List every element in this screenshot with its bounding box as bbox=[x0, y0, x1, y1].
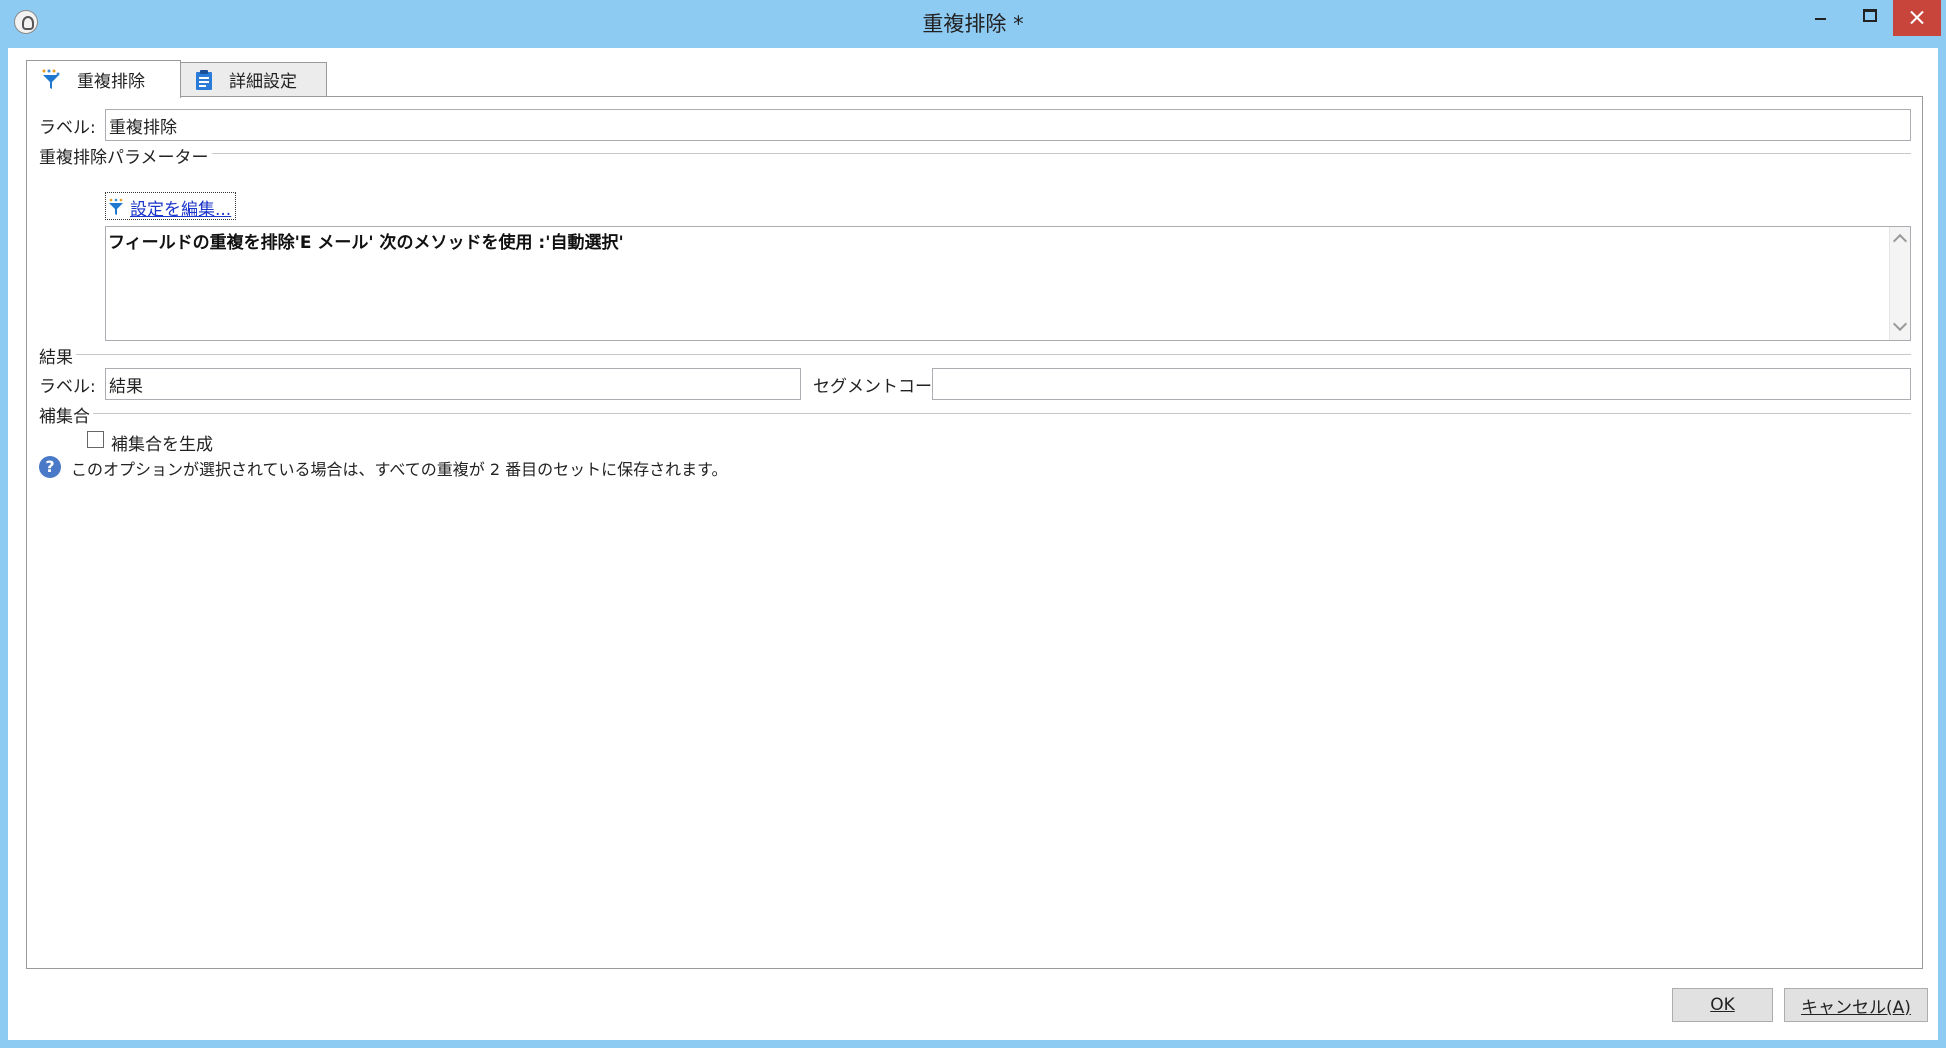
label-caption: ラベル: bbox=[39, 118, 96, 138]
dialog-client-area: 重複排除 詳細設定 ラベル: 重複排除 重複排除パラメーター 設定を編集... … bbox=[8, 48, 1938, 1040]
tab-advanced-settings[interactable]: 詳細設定 bbox=[181, 62, 327, 96]
close-button[interactable] bbox=[1893, 0, 1941, 36]
scroll-up-icon[interactable] bbox=[1892, 233, 1908, 249]
generate-complement-checkbox[interactable] bbox=[87, 431, 104, 448]
minimize-button[interactable] bbox=[1796, 0, 1846, 36]
dedup-funnel-icon bbox=[41, 69, 61, 91]
result-label-caption: ラベル: bbox=[39, 377, 96, 397]
tab-advanced-settings-label: 詳細設定 bbox=[229, 72, 297, 92]
tab-dedup[interactable]: 重複排除 bbox=[26, 60, 181, 98]
complement-section-title: 補集合 bbox=[39, 402, 93, 427]
section-divider bbox=[39, 413, 1911, 414]
maximize-button[interactable] bbox=[1846, 0, 1894, 36]
dedup-params-section-title: 重複排除パラメーター bbox=[39, 143, 212, 168]
cancel-button[interactable]: キャンセル(A) bbox=[1784, 988, 1928, 1022]
help-icon: ? bbox=[39, 456, 61, 478]
ok-button[interactable]: OK bbox=[1672, 988, 1773, 1022]
tab-dedup-label: 重複排除 bbox=[77, 72, 145, 92]
section-divider bbox=[39, 153, 1911, 154]
title-bar[interactable]: 重複排除 * bbox=[0, 0, 1946, 48]
segment-code-field[interactable] bbox=[932, 368, 1911, 400]
dedup-summary-textarea[interactable]: フィールドの重複を排除'E メール' 次のメソッドを使用 :'自動選択' bbox=[105, 226, 1911, 341]
clipboard-icon bbox=[195, 69, 213, 91]
complement-help-text: このオプションが選択されている場合は、すべての重複が 2 番目のセットに保存され… bbox=[71, 460, 728, 479]
tab-panel-dedup: ラベル: 重複排除 重複排除パラメーター 設定を編集... フィールドの重複を排… bbox=[26, 96, 1923, 969]
scroll-down-icon[interactable] bbox=[1892, 316, 1908, 332]
dialog-window: 重複排除 * 重複排除 詳細設定 ラベル: 重複排除 重複排除パラメーター 設定… bbox=[0, 0, 1946, 1048]
section-divider bbox=[39, 354, 1911, 355]
edit-settings-link[interactable]: 設定を編集... bbox=[105, 192, 237, 220]
result-label-field[interactable]: 結果 bbox=[105, 368, 801, 400]
label-field[interactable]: 重複排除 bbox=[105, 109, 1911, 141]
dedup-summary-text: フィールドの重複を排除'E メール' 次のメソッドを使用 :'自動選択' bbox=[108, 233, 624, 253]
summary-scrollbar[interactable] bbox=[1889, 227, 1910, 340]
funnel-icon bbox=[108, 198, 124, 216]
window-title: 重複排除 * bbox=[922, 12, 1024, 36]
edit-settings-link-label: 設定を編集... bbox=[130, 199, 232, 220]
generate-complement-label[interactable]: 補集合を生成 bbox=[111, 430, 213, 455]
result-section-title: 結果 bbox=[39, 343, 76, 368]
